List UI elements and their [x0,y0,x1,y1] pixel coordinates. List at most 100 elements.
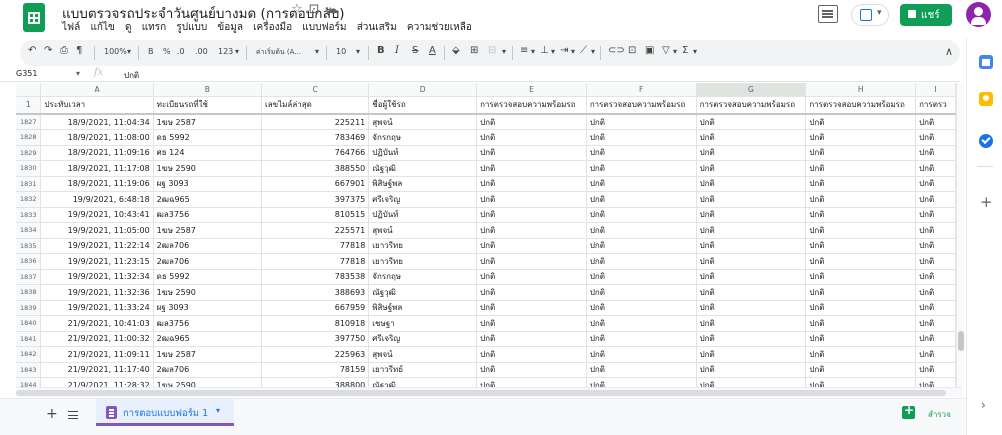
cell-a[interactable]: 21/9/2021, 11:00:32 [40,331,154,347]
insert-link-icon[interactable]: ⊂⊃ [608,45,625,56]
cell-i[interactable]: ปกติ [915,160,956,177]
account-avatar[interactable] [966,2,991,27]
more-formats-chevron-icon[interactable]: ▾ [235,47,239,56]
cell-i[interactable]: ปกติ [915,191,956,208]
sheets-logo-icon[interactable] [23,3,45,32]
menu-data[interactable]: ข้อมูล [217,22,243,33]
header-cell[interactable]: การตรว [915,96,956,115]
cell-h[interactable]: ปกติ [805,346,917,363]
cell-i[interactable]: ปกติ [915,238,956,254]
row-number[interactable]: 1836 [16,253,42,270]
row-number[interactable]: 1833 [16,207,42,223]
column-header[interactable]: E [476,83,587,97]
cell-b[interactable]: ผฐ 3093 [153,300,263,316]
cell-e[interactable]: ปกติ [476,331,587,347]
cell-g[interactable]: ปกติ [696,300,807,316]
row-number[interactable]: 1832 [16,191,42,208]
cell-i[interactable]: ปกติ [915,315,956,332]
currency-format-button[interactable]: B [148,47,154,56]
cell-h[interactable]: ปกติ [805,269,917,285]
cell-e[interactable]: ปกติ [476,362,587,378]
cell-c[interactable]: 225571 [261,222,370,239]
cell-g[interactable]: ปกติ [696,346,807,363]
functions-chevron-icon[interactable]: ▾ [693,47,697,56]
cell-g[interactable]: ปกติ [696,362,807,378]
cell-c[interactable]: 810515 [261,207,370,223]
cell-g[interactable]: ปกติ [696,176,807,192]
cell-c[interactable]: 667901 [261,176,370,192]
cell-h[interactable]: ปกติ [805,160,917,177]
name-box-chevron-icon[interactable]: ▾ [76,69,80,78]
cell-c[interactable]: 388550 [261,160,370,177]
cell-f[interactable]: ปกติ [586,284,697,301]
cell-h[interactable]: ปกติ [805,362,917,378]
cell-c[interactable]: 810918 [261,315,370,332]
cell-i[interactable]: ปกติ [915,114,956,130]
cell-e[interactable]: ปกติ [476,114,587,130]
cell-e[interactable]: ปกติ [476,346,587,363]
cell-e[interactable]: ปกติ [476,284,587,301]
horizontal-scrollbar[interactable] [16,387,962,397]
font-size-chevron-icon[interactable]: ▾ [356,47,360,56]
column-header[interactable]: I [915,83,956,97]
cell-b[interactable]: 2ฒล706 [153,362,263,378]
collapse-menus-icon[interactable]: ∧ [945,45,953,58]
italic-button[interactable]: I [395,45,399,56]
cell-a[interactable]: 19/9/2021, 11:33:24 [40,300,154,316]
select-all-corner[interactable] [16,83,42,97]
cell-f[interactable]: ปกติ [586,362,697,378]
horizontal-align-icon[interactable]: ≡ [520,45,528,56]
cell-e[interactable]: ปกติ [476,238,587,254]
menu-help[interactable]: ความช่วยเหลือ [407,22,472,33]
cell-c[interactable]: 397375 [261,191,370,208]
percent-format-button[interactable]: % [163,47,171,56]
cell-h[interactable]: ปกติ [805,222,917,239]
text-color-button[interactable]: A [429,45,436,56]
cell-d[interactable]: ศรีเจริญ [368,331,478,347]
vertical-scroll-thumb[interactable] [958,331,964,351]
cell-c[interactable]: 388800 [261,377,370,387]
cell-a[interactable]: 19/9/2021, 6:48:18 [40,191,154,208]
header-cell[interactable]: ทะเบียนรถที่ใช้ [153,96,263,115]
header-cell[interactable]: ประทับเวลา [40,96,154,115]
text-rotation-icon[interactable]: ⟋ [580,45,587,56]
cell-f[interactable]: ปกติ [586,191,697,208]
cell-g[interactable]: ปกติ [696,331,807,347]
spreadsheet-grid[interactable]: A B C D E F G H I 1 ประทับเวลา ทะเบียนรถ… [16,83,956,387]
cell-a[interactable]: 18/9/2021, 11:17:08 [40,160,154,177]
cell-c[interactable]: 78159 [261,362,370,378]
cell-g[interactable]: ปกติ [696,238,807,254]
cell-c[interactable]: 77818 [261,238,370,254]
cell-d[interactable]: พิสิษฐ์พล [368,300,478,316]
strikethrough-button[interactable]: S [412,45,418,56]
cell-g[interactable]: ปกติ [696,269,807,285]
menu-addons[interactable]: ส่วนเสริม [357,22,397,33]
cell-g[interactable]: ปกติ [696,315,807,332]
cloud-status-icon[interactable]: ☁ [326,2,345,17]
cell-b[interactable]: 1ฆษ 2590 [153,160,263,177]
vertical-align-icon[interactable]: ⊥ [540,45,549,56]
menu-edit[interactable]: แก้ไข [90,22,114,33]
cell-f[interactable]: ปกติ [586,300,697,316]
cell-d[interactable]: สุพจน์ [368,222,478,239]
cell-i[interactable]: ปกติ [915,222,956,239]
cell-a[interactable]: 19/9/2021, 10:43:41 [40,207,154,223]
cell-b[interactable]: 2ฒล706 [153,238,263,254]
cell-f[interactable]: ปกติ [586,315,697,332]
font-family-select[interactable]: ค่าเริ่มต้น (A... [256,47,301,58]
h-align-chevron-icon[interactable]: ▾ [531,47,535,56]
cell-d[interactable]: ศรีเจริญ [368,191,478,208]
cell-d[interactable]: สุพจน์ [368,114,478,130]
cell-g[interactable]: ปกติ [696,377,807,387]
cell-d[interactable]: ณัฐวุฒิ [368,284,478,301]
cell-i[interactable]: ปกติ [915,269,956,285]
cell-i[interactable]: ปกติ [915,207,956,223]
cell-e[interactable]: ปกติ [476,191,587,208]
merge-chevron-icon[interactable]: ▾ [502,47,506,56]
cell-c[interactable]: 783469 [261,129,370,146]
cell-h[interactable]: ปกติ [805,377,917,387]
header-cell[interactable]: การตรวจสอบความพร้อมรถ [476,96,587,115]
name-box[interactable]: G351 [16,69,37,78]
header-cell[interactable]: การตรวจสอบความพร้อมรถ [696,96,807,115]
menu-view[interactable]: ดู [125,22,132,33]
